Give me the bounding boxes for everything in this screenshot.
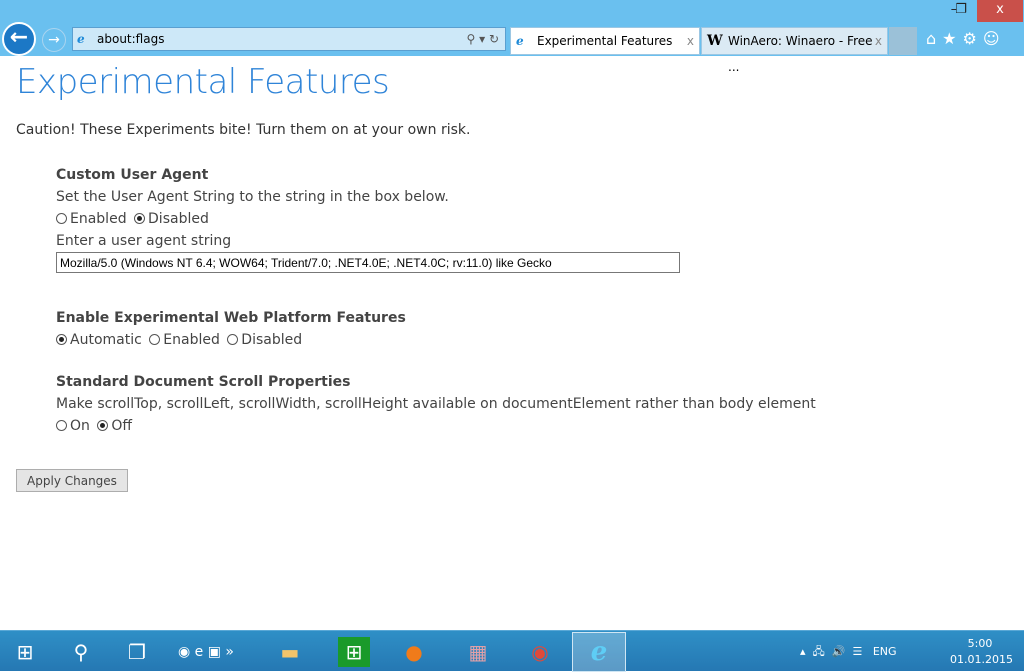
address-bar[interactable]: e about:flags ⚲ ▾ ↻ <box>72 27 506 51</box>
close-tab-icon[interactable]: x <box>687 28 694 54</box>
ie-icon: e <box>516 34 524 48</box>
firefox-icon[interactable]: ● <box>398 637 430 667</box>
radio-automatic[interactable]: Automatic <box>56 329 142 351</box>
chrome-icon[interactable]: ◉ <box>524 637 556 667</box>
section-web-platform: Enable Experimental Web Platform Feature… <box>56 307 1024 351</box>
tab-label: Experimental Features <box>537 34 673 48</box>
clock[interactable]: 5:00 01.01.2015 <box>950 636 1013 668</box>
caution-text: Caution! These Experiments bite! Turn th… <box>16 122 471 138</box>
taskbar: ⊞ ⚲ ❐ ◉ e ▣ » ▬ ⊞ ● ▦ ◉ e ▴ 🖧 🔊 ☰ ENG 5:… <box>0 630 1024 672</box>
section-title: Enable Experimental Web Platform Feature… <box>56 310 406 326</box>
quick-launch-icons[interactable]: ◉ e ▣ » <box>166 637 246 667</box>
radio-disabled[interactable]: Disabled <box>227 329 302 351</box>
back-button[interactable]: ← <box>2 22 36 56</box>
section-title: Custom User Agent <box>56 167 209 183</box>
radio-enabled[interactable]: Enabled <box>149 329 220 351</box>
new-tab-button[interactable] <box>889 27 917 55</box>
section-desc: Make scrollTop, scrollLeft, scrollWidth,… <box>56 396 816 412</box>
search-icon[interactable]: ⚲ <box>66 637 96 667</box>
forward-button[interactable]: → <box>42 28 66 52</box>
tab-experimental-features[interactable]: e Experimental Features x <box>510 27 700 55</box>
ie-icon: e <box>77 32 85 46</box>
file-explorer-icon[interactable]: ▬ <box>274 637 306 667</box>
url-text: about:flags <box>97 32 165 46</box>
browser-chrome: – ❐ x ← → e about:flags ⚲ ▾ ↻ e Experime… <box>0 0 1024 74</box>
apply-changes-button[interactable]: Apply Changes <box>16 469 128 492</box>
winaero-icon: W <box>707 33 723 49</box>
close-tab-icon[interactable]: x <box>875 28 882 54</box>
start-windows-icon[interactable]: ⊞ <box>10 637 40 667</box>
system-tray[interactable]: ▴ 🖧 🔊 ☰ ENG <box>800 631 897 672</box>
internet-explorer-taskbar-button[interactable]: e <box>572 632 626 672</box>
page-content: Experimental Features Caution! These Exp… <box>16 62 1024 457</box>
store-icon[interactable]: ⊞ <box>338 637 370 667</box>
close-button[interactable]: x <box>977 0 1023 22</box>
app-icon[interactable]: ▦ <box>462 637 494 667</box>
page-title: Experimental Features <box>16 62 390 102</box>
section-desc: Set the User Agent String to the string … <box>56 189 449 205</box>
radio-enabled[interactable]: Enabled <box>56 208 127 230</box>
input-label: Enter a user agent string <box>56 233 232 249</box>
language-indicator[interactable]: ENG <box>873 645 897 658</box>
tab-winaero[interactable]: W WinAero: Winaero - Free ... x <box>701 27 888 74</box>
radio-on[interactable]: On <box>56 415 90 437</box>
radio-disabled[interactable]: Disabled <box>134 208 209 230</box>
section-custom-user-agent: Custom User Agent Set the User Agent Str… <box>56 164 1024 273</box>
radio-off[interactable]: Off <box>97 415 132 437</box>
home-favorites-tools-smiley-icons[interactable]: ⌂★⚙☺ <box>926 29 1006 48</box>
section-title: Standard Document Scroll Properties <box>56 374 351 390</box>
address-tools-icons[interactable]: ⚲ ▾ ↻ <box>467 28 500 50</box>
user-agent-input[interactable] <box>56 252 680 273</box>
task-view-icon[interactable]: ❐ <box>122 637 152 667</box>
section-scroll-properties: Standard Document Scroll Properties Make… <box>56 371 1024 437</box>
